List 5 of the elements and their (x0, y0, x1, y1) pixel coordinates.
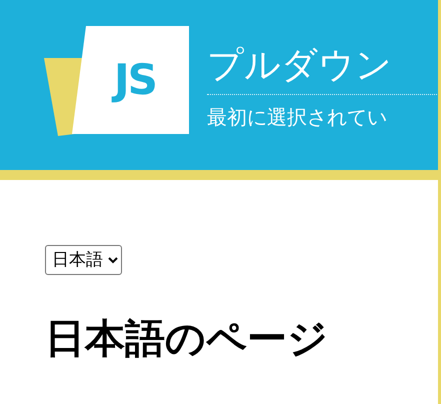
language-select[interactable]: 日本語 (45, 245, 122, 275)
page-heading: 日本語のページ (45, 317, 328, 361)
logo-text: JS (114, 59, 156, 101)
site-subtitle: 最初に選択されてい (207, 107, 388, 127)
site-title: プルダウン (207, 26, 438, 95)
